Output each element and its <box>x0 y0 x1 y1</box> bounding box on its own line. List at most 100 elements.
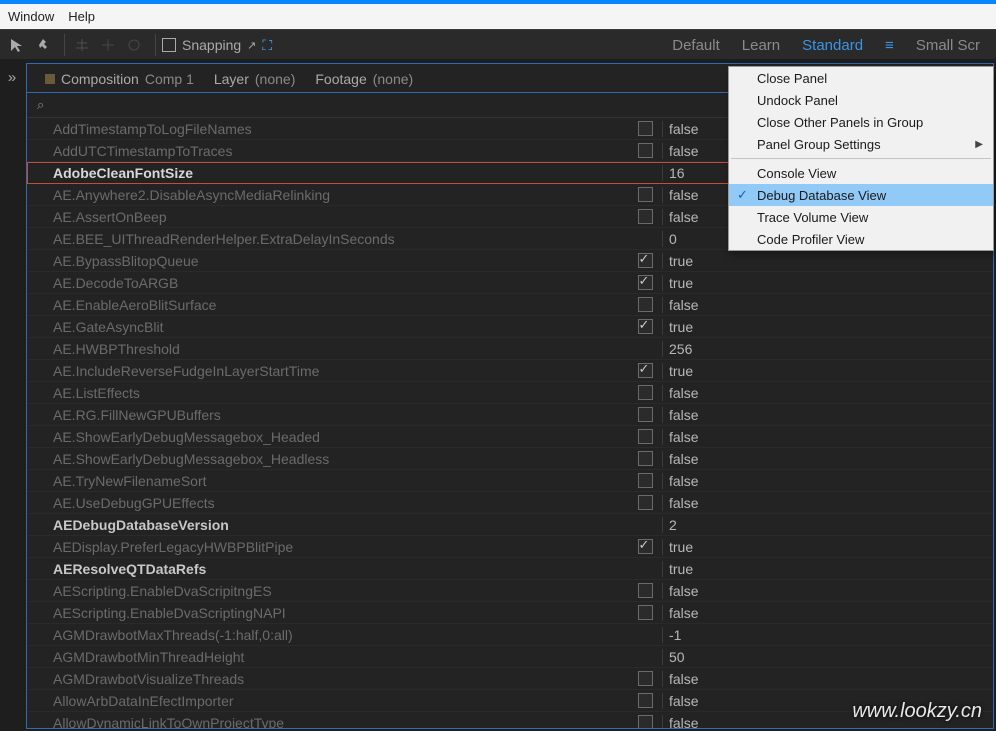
setting-name: AEScripting.EnableDvaScripitngES <box>27 583 628 599</box>
setting-row[interactable]: AE.TryNewFilenameSortfalse <box>27 470 993 492</box>
setting-value[interactable]: -1 <box>662 627 993 643</box>
setting-checkbox-cell <box>628 429 662 444</box>
ctx-code-profiler[interactable]: Code Profiler View <box>729 228 993 250</box>
checkbox[interactable] <box>638 495 653 510</box>
checkbox[interactable] <box>638 693 653 708</box>
setting-row[interactable]: AEResolveQTDataRefstrue <box>27 558 993 580</box>
setting-value[interactable]: false <box>662 605 993 621</box>
setting-row[interactable]: AEDisplay.PreferLegacyHWBPBlitPipetrue <box>27 536 993 558</box>
checkbox[interactable] <box>638 429 653 444</box>
setting-value[interactable]: false <box>662 385 993 401</box>
checkbox[interactable] <box>638 275 653 290</box>
checkbox[interactable] <box>638 209 653 224</box>
setting-value[interactable]: true <box>662 561 993 577</box>
setting-row[interactable]: AE.ShowEarlyDebugMessagebox_Headedfalse <box>27 426 993 448</box>
search-icon: ⌕ <box>37 97 44 113</box>
setting-row[interactable]: AE.ListEffectsfalse <box>27 382 993 404</box>
axis3-icon[interactable] <box>123 34 145 56</box>
ctx-console-view[interactable]: Console View <box>729 162 993 184</box>
setting-row[interactable]: AGMDrawbotMinThreadHeight50 <box>27 646 993 668</box>
workspace-standard[interactable]: Standard <box>802 37 863 54</box>
setting-row[interactable]: AE.UseDebugGPUEffectsfalse <box>27 492 993 514</box>
workspace-learn[interactable]: Learn <box>742 37 780 54</box>
workspace-menu-icon[interactable]: ≡ <box>885 37 894 54</box>
setting-row[interactable]: AGMDrawbotMaxThreads(-1:half,0:all)-1 <box>27 624 993 646</box>
setting-checkbox-cell <box>628 385 662 400</box>
checkbox[interactable] <box>638 671 653 686</box>
menubar: Window Help <box>0 4 996 29</box>
setting-row[interactable]: AEScripting.EnableDvaScripitngES false <box>27 580 993 602</box>
setting-name: AE.Anywhere2.DisableAsyncMediaRelinking <box>27 187 628 203</box>
tab-composition[interactable]: Composition Comp 1 <box>35 66 204 92</box>
workspace-smallscreen[interactable]: Small Scr <box>916 37 980 54</box>
checkbox[interactable] <box>638 143 653 158</box>
setting-name: AllowArbDataInEfectImporter <box>27 693 628 709</box>
axis2-icon[interactable] <box>97 34 119 56</box>
tab-footage[interactable]: Footage (none) <box>305 66 423 92</box>
checkbox[interactable] <box>638 473 653 488</box>
checkbox[interactable] <box>638 121 653 136</box>
setting-value[interactable]: false <box>662 429 993 445</box>
setting-value[interactable]: false <box>662 407 993 423</box>
setting-row[interactable]: AE.EnableAeroBlitSurfacefalse <box>27 294 993 316</box>
setting-value[interactable]: false <box>662 297 993 313</box>
setting-value[interactable]: false <box>662 671 993 687</box>
setting-row[interactable]: AE.DecodeToARGBtrue <box>27 272 993 294</box>
checkbox[interactable] <box>638 451 653 466</box>
setting-value[interactable]: true <box>662 319 993 335</box>
setting-row[interactable]: AllowArbDataInEfectImporterfalse <box>27 690 993 712</box>
checkbox[interactable] <box>638 715 653 728</box>
selection-tool-icon[interactable] <box>6 34 28 56</box>
setting-value[interactable]: false <box>662 583 993 599</box>
checkbox[interactable] <box>638 253 653 268</box>
setting-row[interactable]: AllowDynamicLinkToOwnProjectTypefalse <box>27 712 993 728</box>
setting-value[interactable]: true <box>662 363 993 379</box>
checkbox[interactable] <box>638 385 653 400</box>
setting-value[interactable]: 256 <box>662 341 993 357</box>
pin-icon[interactable] <box>32 34 54 56</box>
setting-value[interactable]: false <box>662 473 993 489</box>
setting-value[interactable]: 2 <box>662 517 993 533</box>
setting-name: AE.GateAsyncBlit <box>27 319 628 335</box>
setting-row[interactable]: AEDebugDatabaseVersion2 <box>27 514 993 536</box>
checkbox[interactable] <box>638 539 653 554</box>
setting-row[interactable]: AE.GateAsyncBlit true <box>27 316 993 338</box>
setting-value[interactable]: false <box>662 451 993 467</box>
ctx-close-others[interactable]: Close Other Panels in Group <box>729 111 993 133</box>
checkbox[interactable] <box>638 297 653 312</box>
setting-row[interactable]: AE.BypassBlitopQueuetrue <box>27 250 993 272</box>
menu-help[interactable]: Help <box>68 9 95 24</box>
axis-icon[interactable] <box>71 34 93 56</box>
setting-row[interactable]: AEScripting.EnableDvaScriptingNAPIfalse <box>27 602 993 624</box>
setting-value[interactable]: 50 <box>662 649 993 665</box>
setting-value[interactable]: true <box>662 275 993 291</box>
setting-row[interactable]: AE.ShowEarlyDebugMessagebox_Headlessfals… <box>27 448 993 470</box>
menu-window[interactable]: Window <box>8 9 54 24</box>
setting-name: AddUTCTimestampToTraces <box>27 143 628 159</box>
snap-bounds-icon[interactable]: ⛶ <box>262 37 272 54</box>
panel-expand-icon[interactable]: » <box>0 65 24 89</box>
setting-value[interactable]: false <box>662 495 993 511</box>
checkbox[interactable] <box>638 605 653 620</box>
checkbox[interactable] <box>638 187 653 202</box>
setting-row[interactable]: AE.IncludeReverseFudgeInLayerStartTimetr… <box>27 360 993 382</box>
watermark: www.lookzy.cn <box>852 700 982 723</box>
setting-row[interactable]: AE.HWBPThreshold256 <box>27 338 993 360</box>
setting-checkbox-cell <box>628 583 662 598</box>
ctx-debug-db-view[interactable]: ✓Debug Database View <box>729 184 993 206</box>
workspace-default[interactable]: Default <box>672 37 720 54</box>
checkbox[interactable] <box>638 407 653 422</box>
checkbox[interactable] <box>638 319 653 334</box>
setting-value[interactable]: true <box>662 539 993 555</box>
ctx-close-panel[interactable]: Close Panel <box>729 67 993 89</box>
ctx-undock-panel[interactable]: Undock Panel <box>729 89 993 111</box>
setting-value[interactable]: true <box>662 253 993 269</box>
setting-row[interactable]: AE.RG.FillNewGPUBuffersfalse <box>27 404 993 426</box>
checkbox[interactable] <box>638 583 653 598</box>
setting-row[interactable]: AGMDrawbotVisualizeThreadsfalse <box>27 668 993 690</box>
checkbox[interactable] <box>638 363 653 378</box>
snapping-toggle[interactable]: Snapping ↗ ⛶ <box>162 37 272 54</box>
ctx-group-settings[interactable]: Panel Group Settings▶ <box>729 133 993 155</box>
ctx-trace-volume[interactable]: Trace Volume View <box>729 206 993 228</box>
tab-layer[interactable]: Layer (none) <box>204 66 306 92</box>
